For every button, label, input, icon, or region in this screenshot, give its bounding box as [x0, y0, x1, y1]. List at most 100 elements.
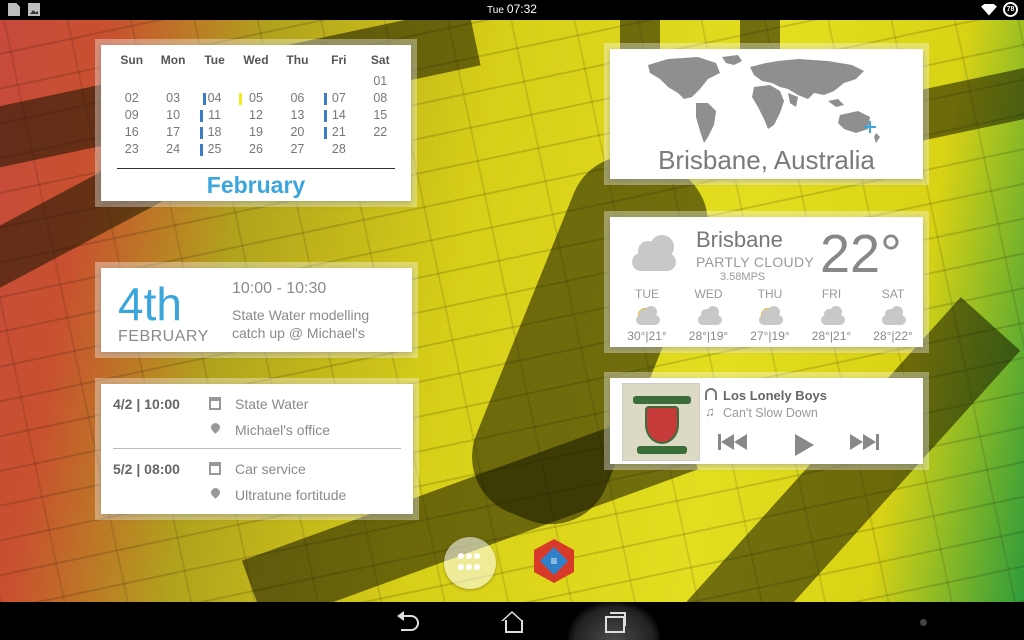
agenda-item[interactable]: 5/2 | 08:00 Car service Ultratune fortit…	[113, 448, 401, 512]
calendar-day[interactable]: 01	[360, 74, 401, 90]
app-drawer-button[interactable]	[444, 537, 496, 589]
event-time: 10:00 - 10:30	[232, 280, 327, 297]
music-widget[interactable]: Los Lonely Boys ♫ Can't Slow Down	[610, 378, 923, 464]
calendar-day[interactable]: 27	[277, 142, 318, 158]
menu-dot-icon[interactable]	[920, 619, 927, 626]
calendar-day[interactable]: 03	[152, 91, 193, 107]
skip-next-icon	[876, 434, 879, 450]
sliders-icon: ≡	[550, 554, 558, 568]
calendar-day[interactable]: 24	[152, 142, 193, 158]
home-button[interactable]	[500, 611, 524, 633]
weather-temperature: 22°	[820, 224, 902, 284]
cloudy-icon	[815, 303, 849, 329]
calendar-divider	[117, 168, 395, 169]
world-map	[648, 55, 880, 143]
calendar-day[interactable]: 18	[194, 125, 235, 141]
next-track-button[interactable]	[850, 434, 879, 450]
music-note-icon: ♫	[705, 404, 715, 419]
calendar-day[interactable]: 09	[111, 108, 152, 124]
forecast-day: THU 27°|19°	[745, 287, 795, 343]
status-clock: Tue 07:32	[0, 2, 1024, 16]
agenda-widget[interactable]: 4/2 | 10:00 State Water Michael's office…	[101, 384, 413, 514]
calendar-day[interactable]: 02	[111, 91, 152, 107]
album-art[interactable]	[622, 383, 700, 461]
calendar-day[interactable]: 21	[318, 125, 359, 141]
weather-wind: 3.58MPS	[720, 271, 766, 283]
calendar-day[interactable]: 15	[360, 108, 401, 124]
weather-condition: PARTLY CLOUDY	[696, 254, 815, 270]
headphones-icon	[705, 388, 717, 400]
wifi-icon	[981, 3, 997, 16]
calendar-day[interactable]: 17	[152, 125, 193, 141]
forecast-temps: 27°|19°	[750, 329, 790, 343]
agenda-item[interactable]: 4/2 | 10:00 State Water Michael's office	[113, 384, 401, 448]
calendar-day[interactable]: 16	[111, 125, 152, 141]
calendar-day[interactable]: 28	[318, 142, 359, 158]
battery-icon: 78	[1003, 2, 1018, 17]
calendar-day[interactable]: 14	[318, 108, 359, 124]
next-event-widget[interactable]: 4th FEBRUARY 10:00 - 10:30 State Water m…	[101, 268, 412, 352]
calendar-empty-cell	[360, 142, 401, 158]
forecast-day-name: SAT	[881, 287, 905, 301]
calendar-empty-cell	[111, 74, 152, 90]
forecast-day: SAT 28°|22°	[868, 287, 918, 343]
calendar-day[interactable]: 04	[194, 91, 235, 107]
weekday-header: Mon	[160, 53, 186, 67]
previous-track-button[interactable]	[718, 434, 747, 450]
status-time: 07:32	[506, 2, 537, 16]
forecast-temps: 30°|21°	[627, 329, 667, 343]
forecast-day: WED 28°|19°	[684, 287, 734, 343]
location-pin-icon	[209, 486, 222, 499]
calendar-day[interactable]: 25	[194, 142, 235, 158]
calendar-day[interactable]: 23	[111, 142, 152, 158]
forecast-temps: 28°|19°	[688, 329, 729, 343]
back-button[interactable]	[397, 611, 421, 631]
cloudy-icon	[692, 303, 726, 329]
world-clock-city: Brisbane, Australia	[658, 145, 875, 175]
calendar-month[interactable]: February	[111, 172, 401, 199]
calendar-day[interactable]: 26	[235, 142, 276, 158]
recent-apps-button[interactable]	[603, 611, 627, 633]
weather-widget[interactable]: Brisbane PARTLY CLOUDY 3.58MPS 22° TUE 30…	[610, 217, 923, 347]
app-grid-icon	[458, 553, 482, 571]
weekday-header: Fri	[331, 53, 347, 67]
calendar-empty-cell	[277, 74, 318, 90]
partly-sunny-icon	[753, 303, 787, 329]
calendar-day[interactable]: 07	[318, 91, 359, 107]
weekday-header: Thu	[286, 53, 309, 67]
calendar-day[interactable]: 12	[235, 108, 276, 124]
forecast-day-name: WED	[694, 287, 723, 301]
play-button[interactable]	[795, 434, 814, 456]
calendar-day[interactable]: 22	[360, 125, 401, 141]
calendar-widget[interactable]: Sun Mon Tue Wed Thu Fri Sat 01 02 03 04 05 06 07 08 09 1…	[101, 45, 411, 201]
agenda-date: 5/2 | 08:00	[113, 461, 180, 477]
calendar-day[interactable]: 05	[235, 91, 276, 107]
music-artist: Los Lonely Boys	[723, 388, 828, 403]
status-bar: Tue 07:32 78	[0, 0, 1024, 20]
forecast-day-name: THU	[757, 287, 783, 301]
calendar-day[interactable]: 19	[235, 125, 276, 141]
agenda-title: State Water	[235, 396, 309, 412]
calendar-day[interactable]: 08	[360, 91, 401, 107]
weekday-header: Sat	[370, 53, 390, 67]
navigation-bar	[0, 602, 1024, 640]
event-title: State Water modelling catch up @ Michael…	[232, 307, 370, 341]
calendar-day[interactable]: 20	[277, 125, 318, 141]
nova-settings-app-icon[interactable]: ≡	[530, 535, 578, 587]
agenda-date: 4/2 | 10:00	[113, 396, 180, 412]
forecast-day: FRI 28°|21°	[807, 287, 857, 343]
music-song: Can't Slow Down	[723, 406, 818, 420]
weekday-header: Tue	[204, 53, 225, 67]
calendar-day[interactable]: 06	[277, 91, 318, 107]
calendar-day[interactable]: 10	[152, 108, 193, 124]
weekday-header: Wed	[243, 53, 269, 67]
calendar-day[interactable]: 11	[194, 108, 235, 124]
weather-city: Brisbane	[696, 227, 783, 252]
partly-sunny-icon	[630, 303, 664, 329]
world-clock-widget[interactable]: Brisbane, Australia	[610, 49, 923, 179]
calendar-empty-cell	[152, 74, 193, 90]
calendar-day[interactable]: 13	[277, 108, 318, 124]
forecast-day: TUE 30°|21°	[622, 287, 672, 343]
weather-forecast: TUE 30°|21° WED 28°|19° THU 27°|19° FRI 28°|21°…	[622, 287, 918, 343]
agenda-location: Ultratune fortitude	[235, 487, 347, 503]
